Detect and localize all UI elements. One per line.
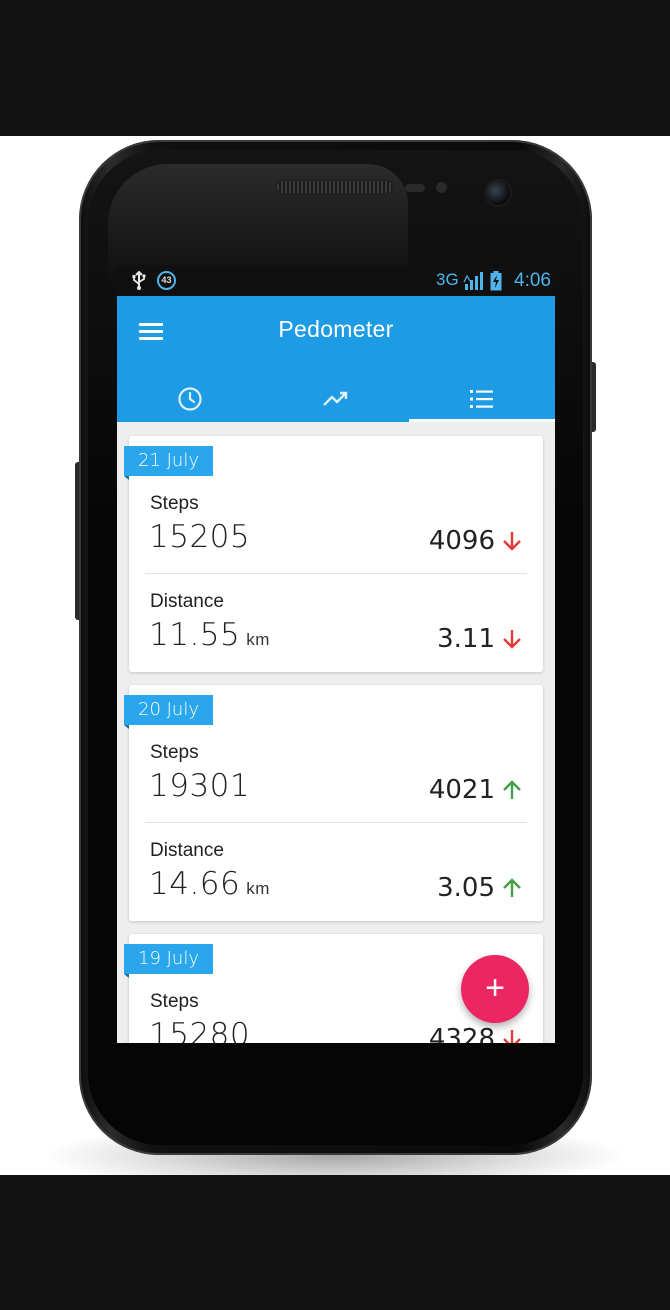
steps-label: Steps — [150, 493, 199, 514]
day-card[interactable]: 21 July Steps 15205 4096 Distance 11.55 k… — [124, 436, 543, 672]
app-bar: Pedometer — [117, 296, 555, 422]
proximity-sensor — [405, 184, 425, 192]
distance-value: 11.55 km — [149, 617, 270, 653]
tab-history[interactable] — [409, 376, 555, 422]
distance-unit: km — [246, 630, 270, 649]
distance-label: Distance — [150, 840, 224, 861]
distance-delta: 3.05 — [437, 873, 495, 903]
clock-icon — [178, 387, 202, 411]
phone-screen: 43 3G 4:06 Pedometer 21 July Steps 15205… — [117, 265, 555, 1043]
arrow-up-icon — [503, 780, 521, 799]
date-tag: 21 July — [124, 446, 213, 480]
distance-value: 14.66 km — [149, 866, 270, 902]
arrow-down-icon — [503, 630, 521, 649]
divider — [145, 822, 527, 823]
notification-badge: 43 — [157, 271, 176, 290]
network-type: 3G — [436, 270, 459, 289]
steps-delta: 4328 — [428, 1024, 495, 1043]
add-icon: + — [485, 969, 505, 1007]
usb-icon — [132, 271, 146, 290]
distance-number: 14.66 — [149, 866, 241, 902]
signal-icon — [463, 272, 483, 290]
battery-charging-icon — [490, 271, 502, 291]
distance-label: Distance — [150, 591, 224, 612]
steps-value: 19301 — [149, 768, 251, 804]
light-sensor — [436, 182, 447, 193]
front-camera — [486, 181, 510, 205]
steps-label: Steps — [150, 742, 199, 763]
date-tag: 20 July — [124, 695, 213, 729]
status-time: 4:06 — [514, 270, 551, 291]
date-tag: 19 July — [124, 944, 213, 978]
bottom-letterbox — [0, 1175, 670, 1310]
steps-label: Steps — [150, 991, 199, 1012]
list-icon — [470, 390, 493, 408]
steps-delta: 4021 — [428, 775, 495, 805]
steps-delta: 4096 — [428, 526, 495, 556]
earpiece-speaker — [277, 181, 392, 193]
steps-value: 15280 — [149, 1017, 251, 1043]
distance-number: 11.55 — [149, 617, 241, 653]
steps-value: 15205 — [149, 519, 251, 555]
app-title: Pedometer — [278, 316, 394, 342]
trending-up-icon — [323, 391, 348, 406]
add-entry-button[interactable]: + — [461, 955, 529, 1023]
promo-background: 43 3G 4:06 Pedometer 21 July Steps 15205… — [0, 136, 670, 1175]
arrow-up-icon — [503, 878, 521, 897]
divider — [145, 573, 527, 574]
status-bar: 43 3G 4:06 — [117, 265, 555, 296]
arrow-down-icon — [503, 532, 521, 551]
tab-statistics[interactable] — [263, 376, 409, 422]
tab-today[interactable] — [117, 376, 263, 422]
day-card[interactable]: 20 July Steps 19301 4021 Distance 14.66 k… — [124, 685, 543, 921]
distance-delta: 3.11 — [437, 624, 495, 654]
distance-unit: km — [246, 879, 270, 898]
arrow-down-icon — [503, 1030, 521, 1043]
top-letterbox — [0, 0, 670, 136]
tab-indicator — [409, 419, 555, 422]
